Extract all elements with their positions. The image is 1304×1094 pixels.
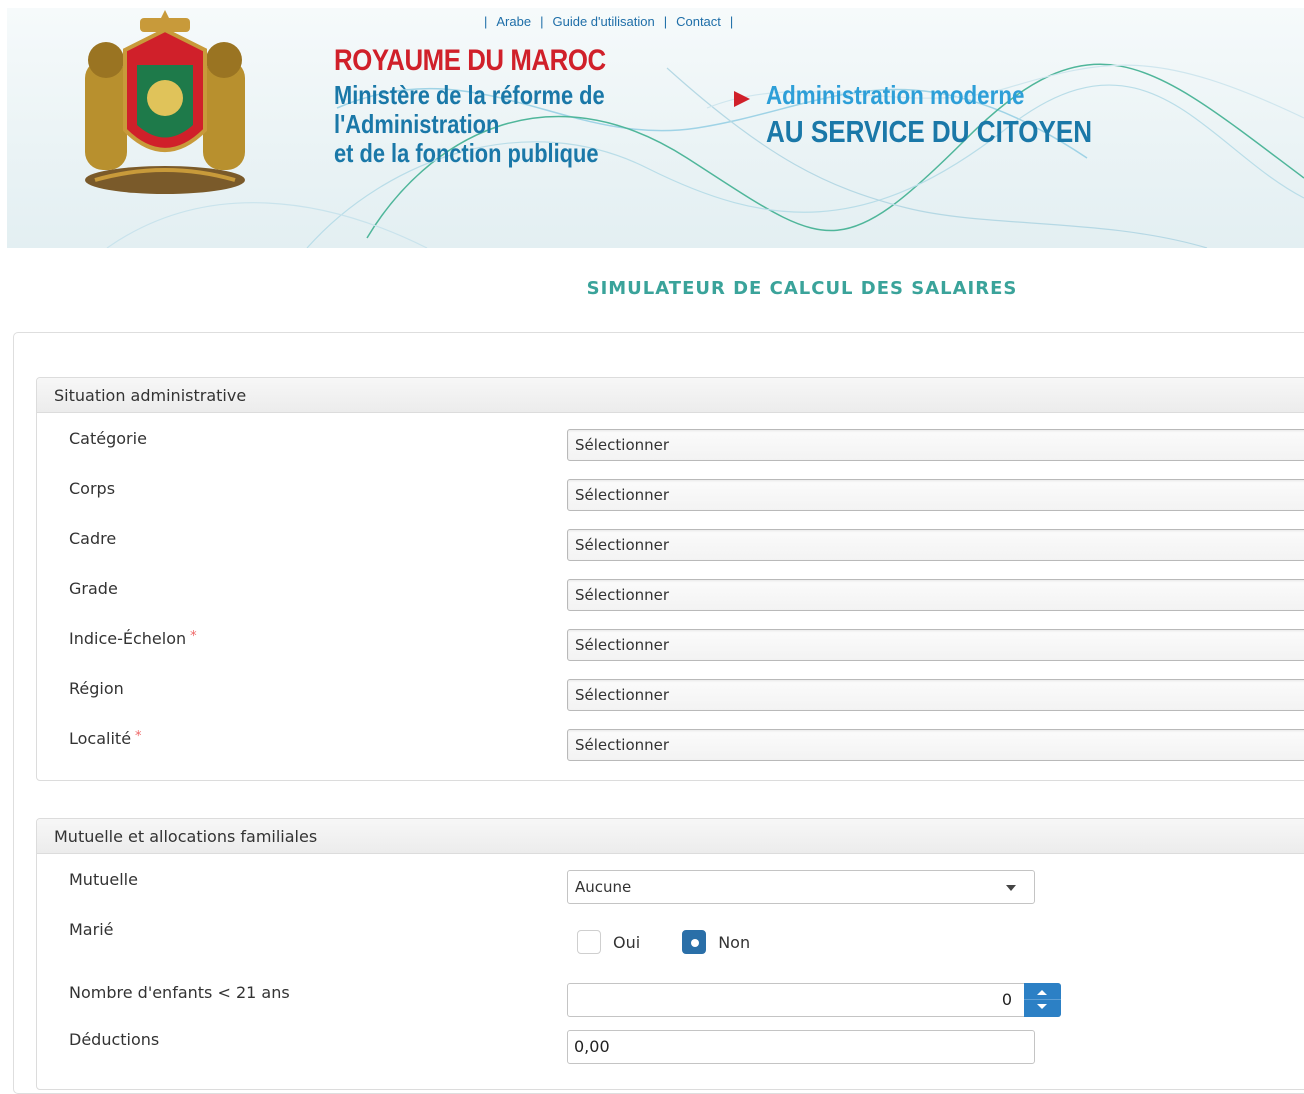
required-asterisk: * — [190, 629, 197, 644]
triangle-arrow-icon — [734, 91, 750, 107]
localite-select[interactable]: Sélectionner — [567, 729, 1304, 761]
corps-select[interactable]: Sélectionner — [567, 479, 1304, 511]
page-title: SIMULATEUR DE CALCUL DES SALAIRES — [586, 278, 1018, 299]
region-select[interactable]: Sélectionner — [567, 679, 1304, 711]
enfants-spinner[interactable]: 0 — [567, 983, 1061, 1017]
field-deductions: Déductions 0,00 — [37, 1030, 1304, 1070]
header-banner: | Arabe | Guide d'utilisation | Contact … — [7, 8, 1304, 248]
spinner-buttons — [1024, 983, 1061, 1017]
field-label: Cadre — [69, 529, 117, 548]
top-links: | Arabe | Guide d'utilisation | Contact … — [484, 13, 734, 29]
section-mutuelle-allocations: Mutuelle et allocations familiales Mutue… — [36, 818, 1304, 1090]
field-label: Mutuelle — [69, 870, 138, 889]
field-cadre: Cadre Sélectionner — [37, 529, 1304, 569]
ministry-line-1: Ministère de la réforme de — [334, 80, 605, 110]
section-situation-administrative: Situation administrative Catégorie Sélec… — [36, 377, 1304, 781]
marie-radio-group: Oui Non — [577, 930, 792, 954]
required-asterisk: * — [135, 729, 142, 744]
radio-label-oui[interactable]: Oui — [613, 933, 640, 952]
field-label: Indice-Échelon * — [69, 629, 197, 648]
field-indice-echelon: Indice-Échelon * Sélectionner — [37, 629, 1304, 669]
link-contact[interactable]: Contact — [676, 14, 721, 29]
ministry-line-2: l'Administration — [334, 109, 500, 139]
kingdom-title: ROYAUME DU MAROC — [334, 44, 606, 77]
radio-label-non[interactable]: Non — [718, 933, 750, 952]
field-label: Grade — [69, 579, 118, 598]
ministry-line-3: et de la fonction publique — [334, 138, 599, 168]
categorie-select[interactable]: Sélectionner — [567, 429, 1304, 461]
link-guide[interactable]: Guide d'utilisation — [552, 14, 654, 29]
field-label: Région — [69, 679, 124, 698]
field-localite: Localité * Sélectionner — [37, 729, 1304, 769]
field-label: Localité * — [69, 729, 142, 748]
mutuelle-dropdown[interactable]: Aucune — [567, 870, 1035, 904]
field-label: Corps — [69, 479, 116, 498]
spinner-divider — [1024, 999, 1061, 1000]
link-arabe[interactable]: Arabe — [496, 14, 531, 29]
cadre-select[interactable]: Sélectionner — [567, 529, 1304, 561]
field-categorie: Catégorie Sélectionner — [37, 429, 1304, 469]
radio-non[interactable] — [682, 930, 707, 954]
grade-select[interactable]: Sélectionner — [567, 579, 1304, 611]
slogan-line-2: AU SERVICE DU CITOYEN — [766, 114, 1093, 149]
section-title: Situation administrative — [37, 378, 1304, 413]
chevron-down-icon — [1006, 885, 1016, 891]
field-nombre-enfants: Nombre d'enfants < 21 ans 0 — [37, 983, 1304, 1023]
field-label: Déductions — [69, 1030, 160, 1049]
increment-arrow-icon[interactable] — [1037, 990, 1047, 995]
slogan-line-1: Administration moderne — [766, 80, 1025, 110]
field-mutuelle: Mutuelle Aucune — [37, 870, 1304, 910]
radio-oui[interactable] — [577, 930, 601, 954]
section-title: Mutuelle et allocations familiales — [37, 819, 1304, 854]
field-region: Région Sélectionner — [37, 679, 1304, 719]
coat-of-arms-logo — [85, 10, 245, 194]
field-grade: Grade Sélectionner — [37, 579, 1304, 619]
field-corps: Corps Sélectionner — [37, 479, 1304, 519]
deductions-input[interactable]: 0,00 — [567, 1030, 1035, 1064]
field-label: Marié — [69, 920, 114, 939]
spinner-value: 0 — [1001, 990, 1012, 1009]
field-marie: Marié Oui Non — [37, 920, 1304, 970]
ministry-title: Ministère de la réforme de l'Administrat… — [334, 81, 605, 168]
decrement-arrow-icon[interactable] — [1037, 1004, 1047, 1009]
field-label: Nombre d'enfants < 21 ans — [69, 983, 290, 1002]
field-label: Catégorie — [69, 429, 147, 448]
indice-echelon-select[interactable]: Sélectionner — [567, 629, 1304, 661]
